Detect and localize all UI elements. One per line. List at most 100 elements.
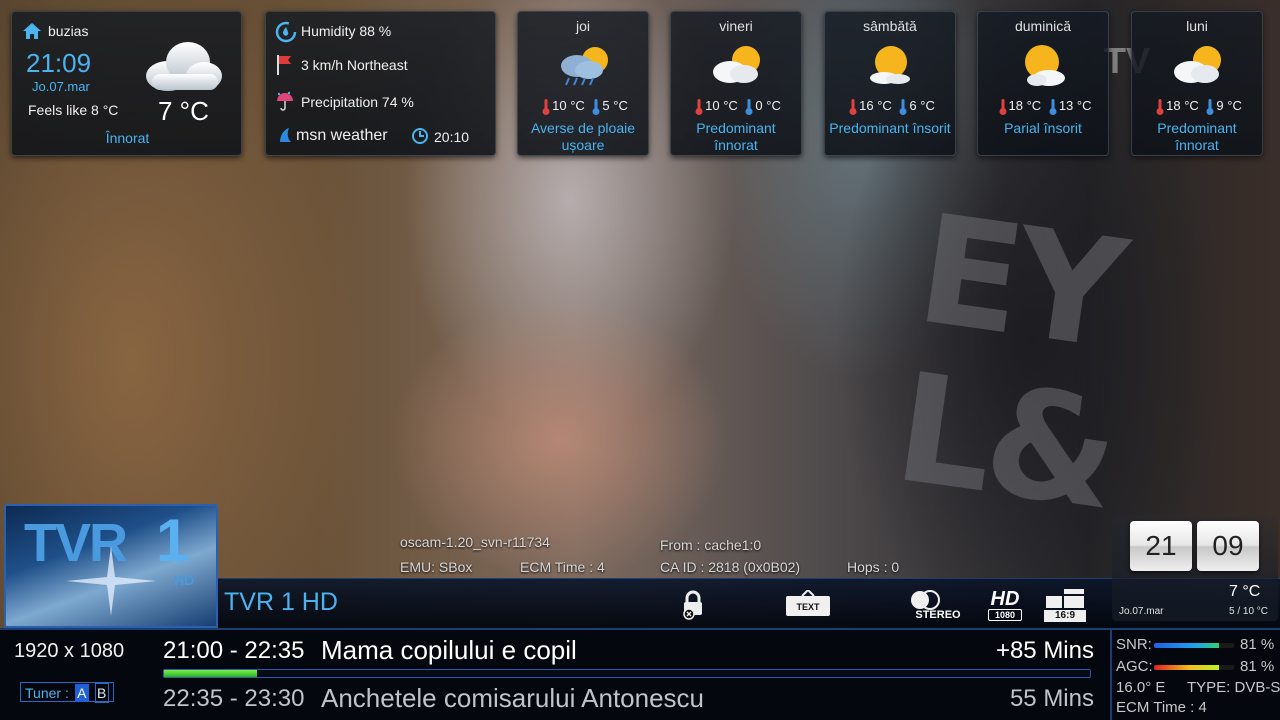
thermometer-low-icon <box>1206 98 1214 115</box>
forecast-condition: Averse de ploaie ușoare <box>530 120 636 153</box>
forecast-day-tile: joi 10 °C 5 °C Averse de ploaie ușoare <box>517 11 649 156</box>
epg-next-title: Anchetele comisarului Antonescu <box>321 683 705 713</box>
tuner-label: Tuner : <box>25 685 69 701</box>
cloud-sun-icon <box>713 46 760 83</box>
forecast-day-tile: sâmbătă 16 °C 6 °C Predominant însorit <box>824 11 956 156</box>
tuner-a: A <box>74 684 89 702</box>
hd-label: HD <box>990 588 1020 610</box>
humidity-text: Humidity 88 % <box>301 23 392 39</box>
clock-temperature: 7 °C <box>1229 583 1261 600</box>
epg-now-title: Mama copilului e copil <box>321 635 577 665</box>
weather-provider: msn weather <box>296 127 388 144</box>
forecast-high: 18 °C <box>1008 98 1042 113</box>
forecast-temps: 18 °C 9 °C <box>1132 98 1262 115</box>
forecast-condition: Parial însorit <box>1004 120 1082 136</box>
wind-flag-icon <box>277 55 291 75</box>
stereo-icon: STEREO <box>908 588 968 622</box>
weather-location: buzias <box>48 23 89 39</box>
weather-current-tile: buzias 21:09 Jo.07.mar Feels like 8 °C 7… <box>11 11 242 156</box>
agc-value: 81 % <box>1240 658 1275 675</box>
cloud-icon <box>146 42 222 91</box>
sun-cloud-icon <box>870 46 910 84</box>
weather-updated-time: 20:10 <box>434 129 470 145</box>
cam-name: oscam-1.20_svn-r11734 <box>400 534 550 550</box>
epg-progress-fill <box>164 670 257 677</box>
aspect-label: 16:9 <box>1044 610 1086 622</box>
weather-temperature: 7 °C <box>158 96 209 126</box>
rain-cloud-sun-icon <box>561 47 608 86</box>
logo-sparkle-icon <box>66 546 156 616</box>
forecast-high: 10 °C <box>552 98 585 113</box>
stereo-label: STEREO <box>915 609 961 621</box>
weather-date: Jo.07.mar <box>32 79 90 94</box>
thermometer-high-icon <box>542 98 550 115</box>
tuner-b: B <box>94 683 109 703</box>
home-icon <box>23 23 41 39</box>
channel-name: TVR 1 HD <box>224 588 338 616</box>
signal-panel: SNR: 81 % AGC: 81 % 16.0° E TYPE: DVB-S … <box>1110 628 1280 720</box>
hd-1080-icon: HD 1080 <box>984 588 1026 622</box>
forecast-temps: 16 °C 6 °C <box>825 98 955 115</box>
teletext-icon: TEXT <box>782 590 834 620</box>
forecast-condition: Predominant înnorat <box>696 120 776 153</box>
epg-now-time: 21:00 - 22:35 <box>163 637 305 664</box>
logo-hd: HD <box>174 572 195 588</box>
logo-number: 1 <box>156 507 190 574</box>
thermometer-high-icon <box>695 98 703 115</box>
forecast-high: 16 °C <box>859 98 892 113</box>
emu-info: EMU: SBox <box>400 559 473 575</box>
clock-hours: 21 <box>1130 521 1192 571</box>
cloud-sun-icon <box>1174 46 1221 83</box>
orbital-position: 16.0° E <box>1116 679 1166 696</box>
snr-value: 81 % <box>1240 636 1275 653</box>
clock-minutes: 09 <box>1197 521 1259 571</box>
thermometer-high-icon <box>849 98 857 115</box>
forecast-low: 6 °C <box>909 98 935 113</box>
channel-logo: TVR 1 HD <box>4 504 218 628</box>
weather-details-tile: Humidity 88 % 3 km/h Northeast Precipita… <box>265 11 496 156</box>
forecast-day-name: sâmbătă <box>863 18 917 34</box>
epg-next-time: 22:35 - 23:30 <box>163 685 305 712</box>
forecast-low: 5 °C <box>602 98 628 113</box>
thermometer-high-icon <box>1156 98 1164 115</box>
signal-type: TYPE: DVB-S <box>1187 679 1280 696</box>
humidity-icon <box>275 21 297 43</box>
hd-res-label: 1080 <box>988 609 1022 621</box>
forecast-day-name: joi <box>575 18 590 34</box>
ca-id: CA ID : 2818 (0x0B02) <box>660 559 801 575</box>
forecast-high: 10 °C <box>705 98 738 113</box>
thermometer-low-icon <box>1049 98 1057 115</box>
weather-feels-like: Feels like 8 °C <box>28 102 119 118</box>
forecast-day-tile: duminică 18 °C 13 °C Parial însorit <box>977 11 1109 156</box>
aspect-ratio-icon: 16:9 <box>1040 588 1090 622</box>
thermometer-low-icon <box>745 98 753 115</box>
wind-text: 3 km/h Northeast <box>301 57 408 73</box>
umbrella-icon <box>277 91 293 111</box>
forecast-day-name: luni <box>1186 18 1208 34</box>
agc-bar <box>1154 665 1234 670</box>
clock-temp-range: 5 / 10 °C <box>1229 606 1269 617</box>
signal-ecm-time: ECM Time : 4 <box>1116 699 1207 716</box>
thermometer-low-icon <box>592 98 600 115</box>
forecast-temps: 18 °C 13 °C <box>978 98 1108 115</box>
weather-condition: Înnorat <box>105 130 150 146</box>
forecast-low: 9 °C <box>1216 98 1242 113</box>
forecast-temps: 10 °C 0 °C <box>671 98 801 115</box>
forecast-day-tile: vineri 10 °C 0 °C Predominant înnorat <box>670 11 802 156</box>
forecast-day-tile: luni 18 °C 9 °C Predominant înnorat <box>1131 11 1263 156</box>
forecast-low: 13 °C <box>1058 98 1092 113</box>
weather-time: 21:09 <box>26 48 92 78</box>
teletext-label: TEXT <box>796 602 820 612</box>
thermometer-low-icon <box>899 98 907 115</box>
epg-next-remaining: 55 Mins <box>1009 685 1094 712</box>
forecast-low: 0 °C <box>755 98 781 113</box>
forecast-day-name: duminică <box>1014 18 1072 34</box>
partly-sunny-icon <box>1025 45 1065 86</box>
snr-bar <box>1154 643 1234 648</box>
forecast-high: 18 °C <box>1166 98 1199 113</box>
video-resolution: 1920 x 1080 <box>14 640 125 662</box>
thermometer-high-icon <box>999 98 1007 115</box>
ecm-hops: Hops : 0 <box>847 559 900 575</box>
ecm-time: ECM Time : 4 <box>520 559 605 575</box>
forecast-condition: Predominant însorit <box>829 120 951 136</box>
